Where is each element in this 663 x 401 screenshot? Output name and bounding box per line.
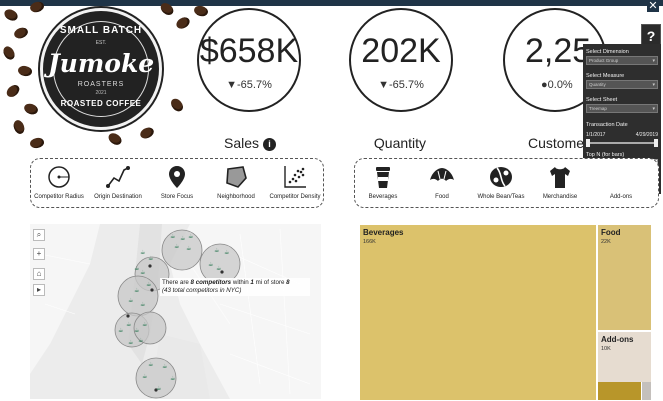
whole-bean-button[interactable]: Whole Bean/Teas (470, 164, 532, 200)
add-ons-tile-value: 10K (601, 346, 611, 352)
beverages-button[interactable]: Beverages (352, 164, 414, 200)
food-label: Food (435, 194, 449, 200)
date-slider-end-handle[interactable] (654, 139, 658, 147)
origin-destination-label: Origin Destination (94, 194, 142, 200)
date-slider-start-handle[interactable] (586, 139, 590, 147)
treemap-tile-food[interactable]: Food 22K (598, 225, 651, 331)
add-ons-tile-name: Add-ons (601, 335, 634, 344)
tooltip-mid2: mi of store (253, 279, 287, 286)
map-tooltip: There are 8 competitors within 1 mi of s… (160, 278, 310, 296)
merchandise-button[interactable]: Merchandise (529, 164, 591, 200)
tooltip-pre: There are (162, 279, 191, 286)
logo-brand-name: Jumoke (47, 49, 155, 78)
logo-est: EST. (95, 40, 107, 46)
store-focus-button[interactable]: Store Focus (146, 164, 208, 200)
food-tile-value: 22K (601, 239, 611, 245)
logo-top-text: SMALL BATCH (59, 25, 143, 36)
sheet-select[interactable]: Treemap (586, 104, 658, 113)
tooltip-total: (43 total competitors in NYC) (162, 287, 242, 294)
bean-icon (490, 167, 512, 187)
merchandise-label: Merchandise (542, 194, 578, 200)
competitor-icons: ☕ ☕ ☕ ☕ ☕ ☕ ☕ ☕ ☕ ☕ ☕ ☕ ☕ ☕ ☕ ☕ ☕ ☕ ☕ ☕ ☕ ☕ ☕ ☕ ☕ ☕ ☕ … (118, 233, 230, 392)
competitor-density-button[interactable]: Competitor Density (264, 164, 326, 200)
quantity-value: 202K (361, 32, 441, 70)
quantity-label: Quantity (373, 135, 427, 151)
date-start: 1/1/2017 (586, 132, 606, 138)
logo-roasters: ROASTERS (77, 81, 125, 88)
origin-destination-button[interactable]: Origin Destination (87, 164, 149, 200)
cup-icon (376, 167, 390, 188)
close-icon[interactable]: ✕ (647, 0, 659, 12)
measure-select[interactable]: Quantity (586, 80, 658, 89)
beverages-label: Beverages (368, 194, 398, 200)
radius-icon (48, 166, 70, 188)
sales-change: ▼-65.7% (226, 79, 272, 91)
measure-label: Select Measure (586, 73, 625, 79)
help-button[interactable]: ? (641, 24, 661, 46)
product-treemap: Beverages 166K Food 22K Add-ons 10K (360, 225, 651, 400)
tooltip-competitors: 8 competitors (190, 279, 232, 286)
beverages-tile-value: 166K (363, 239, 376, 245)
coffee-beans-background: SMALL BATCH EST. Jumoke ROASTERS 2021 RO… (0, 0, 215, 150)
shirt-icon (550, 167, 570, 188)
beverages-tile-name: Beverages (363, 228, 404, 237)
dimension-select[interactable]: Product Group (586, 56, 658, 65)
croissant-icon (430, 168, 454, 181)
brand-logo: SMALL BATCH EST. Jumoke ROASTERS 2021 RO… (40, 8, 162, 130)
neighborhood-button[interactable]: Neighborhood (205, 164, 267, 200)
competitor-density-label: Competitor Density (269, 194, 321, 200)
treemap-tile-add-ons[interactable]: Add-ons 10K (598, 332, 651, 382)
whole-bean-label: Whole Bean/Teas (477, 194, 525, 200)
polygon-icon (226, 166, 247, 188)
competitor-radius-button[interactable]: Competitor Radius (28, 164, 90, 200)
sheet-label: Select Sheet (586, 97, 618, 103)
add-ons-button[interactable]: Add-ons (590, 164, 652, 200)
customers-label: Custome (528, 135, 585, 151)
food-button[interactable]: Food (411, 164, 473, 200)
date-slider[interactable] (586, 139, 658, 147)
tooltip-store: 8 (286, 279, 290, 286)
sales-value: $658K (199, 32, 299, 70)
sales-label-row: Sales i (200, 135, 300, 151)
quantity-change: ▼-65.7% (378, 79, 424, 91)
scatter-icon (284, 166, 306, 188)
sales-kpi: $658K ▼-65.7% (197, 8, 301, 112)
date-label: Transaction Date (586, 122, 628, 128)
info-icon[interactable]: i (263, 137, 277, 151)
dimension-label: Select Dimension (586, 49, 629, 55)
nyc-store-map[interactable]: ⌕ + ⌂ ▸ ☕ ☕ ☕ ☕ ☕ ☕ ☕ ☕ ☕ ☕ ☕ ☕ ☕ ☕ ☕ ☕ ☕ ☕ ☕ ☕ ☕ ☕… (30, 224, 321, 399)
treemap-tile-beverages[interactable]: Beverages 166K (360, 225, 597, 400)
date-end: 4/29/2019 (635, 132, 658, 138)
date-range: 1/1/2017 4/29/2019 (586, 132, 658, 138)
logo-year: 2021 (95, 90, 107, 96)
quantity-kpi: 202K ▼-65.7% (349, 8, 453, 112)
logo-bottom-text: ROASTED COFFEE (60, 99, 142, 108)
route-icon (106, 166, 130, 188)
neighborhood-label: Neighborhood (217, 194, 255, 200)
tooltip-mid: within (231, 279, 251, 286)
competitor-radius-label: Competitor Radius (34, 194, 84, 200)
treemap-tile-whole-bean[interactable] (598, 382, 641, 400)
treemap-tile-merchandise[interactable] (642, 382, 651, 400)
food-tile-name: Food (601, 228, 621, 237)
add-ons-label: Add-ons (609, 194, 633, 200)
store-focus-label: Store Focus (160, 194, 194, 200)
sales-label: Sales (223, 135, 260, 151)
pin-icon (169, 166, 185, 188)
